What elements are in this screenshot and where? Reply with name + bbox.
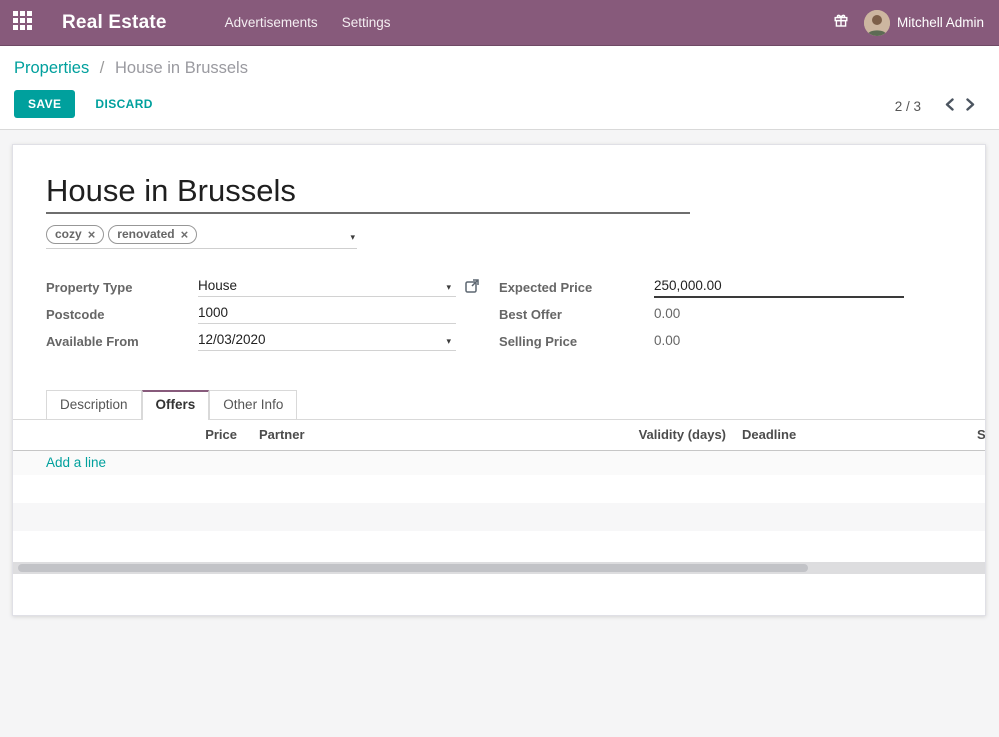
horizontal-scrollbar[interactable] bbox=[13, 562, 985, 574]
column-header-partner[interactable]: Partner bbox=[245, 420, 601, 451]
offers-header-row: Price Partner Validity (days) Deadline S bbox=[13, 420, 985, 451]
app-brand[interactable]: Real Estate bbox=[62, 12, 167, 34]
pager-next-button[interactable] bbox=[960, 96, 981, 116]
avatar bbox=[864, 10, 890, 36]
breadcrumb-separator: / bbox=[94, 59, 111, 77]
property-name-field[interactable]: House in Brussels bbox=[46, 171, 690, 214]
left-field-column: Property Type House ▾ bbox=[13, 274, 499, 355]
main-menu: Advertisements Settings bbox=[213, 0, 403, 46]
user-menu[interactable]: Mitchell Admin bbox=[864, 10, 984, 36]
breadcrumb-properties[interactable]: Properties bbox=[14, 59, 89, 77]
navbar-right: Mitchell Admin bbox=[830, 10, 999, 36]
form-view: House in Brussels cozy × renovated × ▾ P… bbox=[0, 130, 999, 616]
menu-settings[interactable]: Settings bbox=[330, 0, 403, 46]
apps-menu-button[interactable] bbox=[0, 0, 44, 46]
field-label: Selling Price bbox=[499, 334, 654, 349]
tab-offers[interactable]: Offers bbox=[142, 390, 210, 420]
breadcrumb-current: House in Brussels bbox=[115, 59, 248, 77]
field-label: Expected Price bbox=[499, 280, 654, 295]
tag-label: renovated bbox=[117, 227, 174, 241]
pager-previous-button[interactable] bbox=[939, 96, 960, 116]
empty-row bbox=[13, 503, 985, 531]
pager: 2 / 3 bbox=[895, 96, 981, 116]
available-from-value: 12/03/2020 bbox=[198, 332, 266, 347]
top-navbar: Real Estate Advertisements Settings bbox=[0, 0, 999, 46]
pager-value: 2 / 3 bbox=[895, 99, 921, 114]
column-header-deadline[interactable]: Deadline bbox=[734, 420, 969, 451]
expected-price-value: 250,000.00 bbox=[654, 278, 722, 293]
form-sheet: House in Brussels cozy × renovated × ▾ P… bbox=[12, 144, 986, 616]
chevron-left-icon bbox=[945, 99, 954, 114]
user-name: Mitchell Admin bbox=[897, 15, 984, 30]
gift-icon bbox=[834, 13, 848, 32]
field-label: Postcode bbox=[46, 307, 198, 322]
postcode-value: 1000 bbox=[198, 305, 228, 320]
apps-grid-icon bbox=[13, 11, 32, 35]
tags-input[interactable]: cozy × renovated × ▾ bbox=[46, 225, 357, 249]
empty-row bbox=[13, 475, 985, 503]
column-header-validity[interactable]: Validity (days) bbox=[601, 420, 734, 451]
offers-list: Price Partner Validity (days) Deadline S… bbox=[13, 420, 985, 559]
notebook-tabs: Description Offers Other Info bbox=[13, 390, 985, 420]
scrollbar-thumb[interactable] bbox=[18, 564, 808, 572]
column-header-status[interactable]: S bbox=[969, 420, 985, 451]
notebook: Description Offers Other Info Price Part… bbox=[13, 390, 985, 574]
field-property-type: Property Type House ▾ bbox=[46, 274, 499, 301]
chevron-right-icon bbox=[966, 99, 975, 114]
property-type-input[interactable]: House ▾ bbox=[198, 278, 456, 297]
tab-description[interactable]: Description bbox=[46, 390, 142, 419]
empty-row bbox=[13, 531, 985, 559]
available-from-input[interactable]: 12/03/2020 ▾ bbox=[198, 332, 456, 351]
right-field-column: Expected Price 250,000.00 Best Offer 0.0… bbox=[499, 274, 985, 355]
field-label: Property Type bbox=[46, 280, 198, 295]
discard-button[interactable]: DISCARD bbox=[83, 90, 164, 118]
control-panel-buttons: SAVE DISCARD bbox=[14, 90, 983, 118]
field-label: Best Offer bbox=[499, 307, 654, 322]
field-columns: Property Type House ▾ bbox=[13, 274, 985, 355]
tag-remove-icon[interactable]: × bbox=[88, 228, 96, 241]
tag-pill[interactable]: cozy × bbox=[46, 225, 104, 244]
tag-remove-icon[interactable]: × bbox=[181, 228, 189, 241]
field-selling-price: Selling Price 0.00 bbox=[499, 328, 985, 355]
control-panel: Properties / House in Brussels SAVE DISC… bbox=[0, 46, 999, 130]
tags-caret-down-icon[interactable]: ▾ bbox=[350, 233, 355, 242]
gift-button[interactable] bbox=[830, 12, 852, 34]
field-best-offer: Best Offer 0.00 bbox=[499, 301, 985, 328]
selling-price-value: 0.00 bbox=[654, 333, 904, 351]
menu-advertisements[interactable]: Advertisements bbox=[213, 0, 330, 46]
external-link-icon[interactable] bbox=[465, 279, 479, 296]
postcode-input[interactable]: 1000 bbox=[198, 305, 456, 324]
field-label: Available From bbox=[46, 334, 198, 349]
caret-down-icon[interactable]: ▾ bbox=[446, 283, 451, 292]
breadcrumb: Properties / House in Brussels bbox=[14, 59, 983, 78]
add-line-row: Add a line bbox=[13, 451, 985, 476]
tag-label: cozy bbox=[55, 227, 82, 241]
expected-price-input[interactable]: 250,000.00 bbox=[654, 278, 904, 298]
save-button[interactable]: SAVE bbox=[14, 90, 75, 118]
property-type-value: House bbox=[198, 278, 237, 293]
field-available-from: Available From 12/03/2020 ▾ bbox=[46, 328, 499, 355]
column-header-price[interactable]: Price bbox=[13, 420, 245, 451]
best-offer-value: 0.00 bbox=[654, 306, 904, 324]
field-postcode: Postcode 1000 bbox=[46, 301, 499, 328]
field-expected-price: Expected Price 250,000.00 bbox=[499, 274, 985, 301]
caret-down-icon[interactable]: ▾ bbox=[446, 337, 451, 346]
property-name-value[interactable]: House in Brussels bbox=[46, 171, 690, 211]
tag-pill[interactable]: renovated × bbox=[108, 225, 197, 244]
add-a-line-link[interactable]: Add a line bbox=[46, 455, 106, 470]
tab-other-info[interactable]: Other Info bbox=[209, 390, 297, 419]
